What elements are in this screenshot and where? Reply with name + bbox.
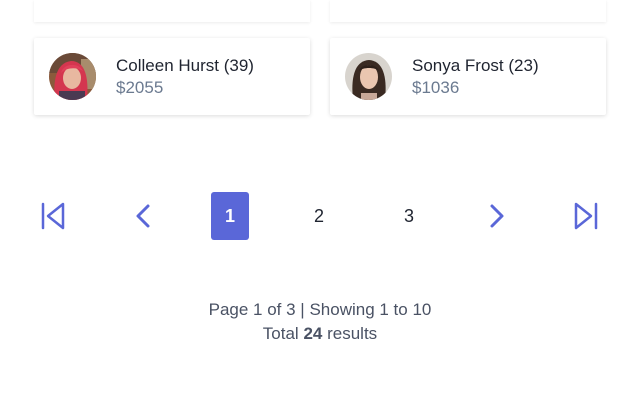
user-amount: $1036 bbox=[412, 77, 460, 97]
next-page-button[interactable] bbox=[478, 192, 516, 240]
user-name: Sonya Frost (23) bbox=[412, 55, 539, 75]
last-page-icon bbox=[572, 201, 600, 231]
first-page-icon bbox=[39, 201, 67, 231]
user-name: Colleen Hurst (39) bbox=[116, 55, 254, 75]
total-count: 24 bbox=[303, 324, 323, 343]
results-page: Colleen Hurst (39) $2055 Sonya Frost (23… bbox=[0, 0, 640, 400]
page-button-2[interactable]: 2 bbox=[300, 192, 338, 240]
avatar bbox=[49, 53, 96, 100]
previous-card-edge bbox=[330, 0, 606, 22]
user-amount: $2055 bbox=[116, 77, 164, 97]
first-page-button[interactable] bbox=[34, 192, 72, 240]
avatar bbox=[345, 53, 392, 100]
user-card[interactable]: Sonya Frost (23) $1036 bbox=[330, 38, 606, 115]
total-suffix: results bbox=[327, 324, 378, 343]
last-page-button[interactable] bbox=[567, 192, 605, 240]
previous-card-edge bbox=[34, 0, 310, 22]
page-button-1[interactable]: 1 bbox=[211, 192, 249, 240]
total-prefix: Total bbox=[262, 324, 299, 343]
page-info: Page 1 of 3 | Showing 1 to 10 bbox=[208, 300, 432, 319]
previous-page-button[interactable] bbox=[124, 192, 162, 240]
total-results: Total 24 results bbox=[0, 322, 640, 346]
pagination: 1 2 3 bbox=[0, 192, 640, 240]
chevron-left-icon bbox=[135, 203, 151, 229]
pagination-summary: Page 1 of 3 | Showing 1 to 10 Total 24 r… bbox=[0, 298, 640, 346]
page-button-3[interactable]: 3 bbox=[390, 192, 428, 240]
user-card[interactable]: Colleen Hurst (39) $2055 bbox=[34, 38, 310, 115]
chevron-right-icon bbox=[489, 203, 505, 229]
